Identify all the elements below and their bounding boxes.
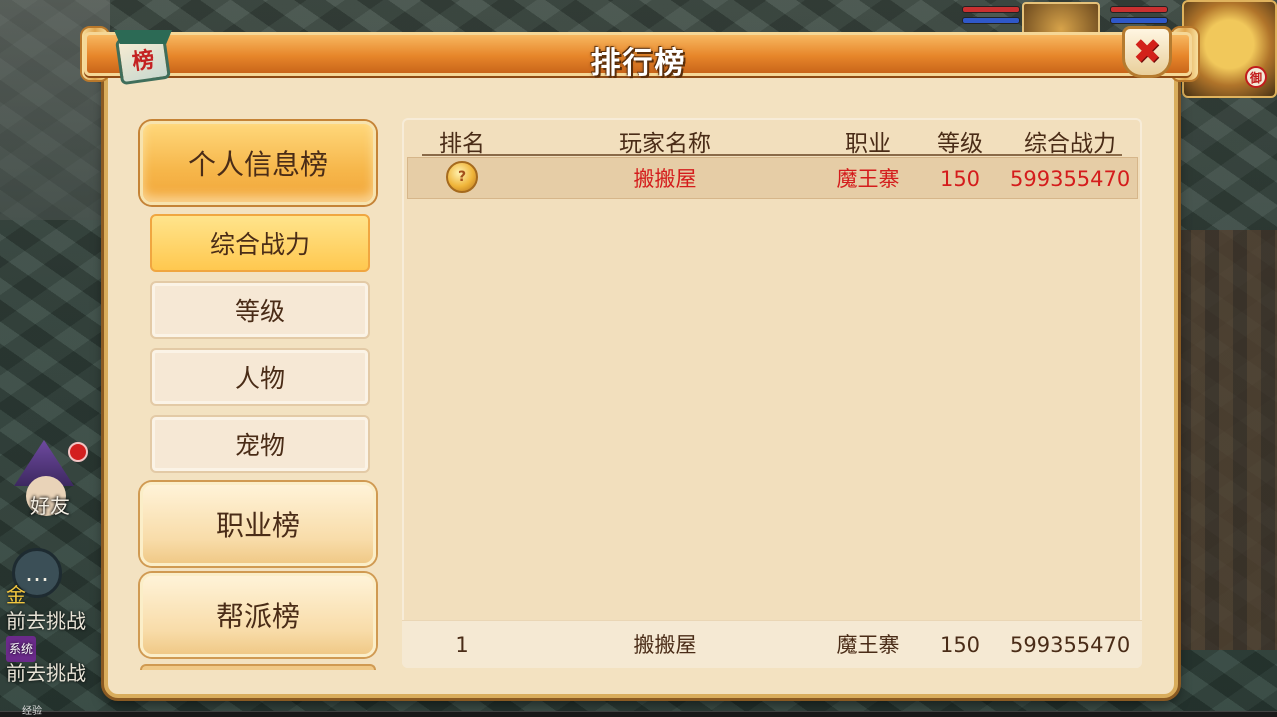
- system-tag: 系统: [6, 635, 37, 662]
- chat-log: 金 前去挑战 系统 前去挑战: [6, 582, 116, 686]
- notification-dot-icon: [68, 442, 88, 462]
- subtab-combat-power[interactable]: 综合战力: [150, 214, 370, 272]
- tab-personal-ranking[interactable]: 个人信息榜: [140, 121, 376, 205]
- my-level: 150: [939, 633, 981, 657]
- ranking-badge-icon: 榜: [114, 30, 176, 90]
- exp-label: 经验: [22, 706, 42, 717]
- my-rank: 1: [455, 633, 469, 657]
- chat-line: 前去挑战: [6, 661, 86, 685]
- gold-medal-icon: ?: [446, 161, 478, 193]
- friend-label: 好友: [30, 494, 70, 518]
- window-title: 排行榜: [590, 46, 687, 81]
- badge-roof: [114, 30, 172, 44]
- my-ranking-bar: 1 搬搬屋 魔王寨 150 599355470: [402, 620, 1142, 668]
- exp-bar: [0, 711, 1277, 717]
- mp-bar: [962, 17, 1020, 24]
- close-icon[interactable]: ✖: [1122, 26, 1172, 78]
- pet-mp-bar: [1110, 17, 1168, 24]
- header-divider: [422, 154, 1122, 156]
- nav-more-indicator: [140, 664, 376, 670]
- tab-career-ranking[interactable]: 职业榜: [140, 482, 376, 566]
- subtab-pet[interactable]: 宠物: [150, 415, 370, 473]
- row-power: 599355470: [1010, 167, 1131, 191]
- row-job: 魔王寨: [836, 167, 900, 191]
- column-header-job: 职业: [845, 131, 891, 157]
- subtab-character[interactable]: 人物: [150, 348, 370, 406]
- row-player-name: 搬搬屋: [633, 167, 697, 191]
- chat-line: 系统: [6, 634, 116, 662]
- my-job: 魔王寨: [836, 633, 900, 657]
- friend-button[interactable]: 好友: [2, 440, 90, 550]
- column-header-level: 等级: [937, 131, 983, 157]
- scene-wall: [1177, 230, 1277, 650]
- my-player-name: 搬搬屋: [633, 633, 697, 657]
- column-header-player: 玩家名称: [619, 131, 711, 157]
- chat-line: 金: [6, 583, 26, 607]
- column-header-rank: 排名: [439, 131, 485, 157]
- row-level: 150: [939, 167, 981, 191]
- tab-guild-ranking[interactable]: 帮派榜: [140, 573, 376, 657]
- my-power: 599355470: [1010, 633, 1131, 657]
- subtab-level[interactable]: 等级: [150, 281, 370, 339]
- pet-hp-bar: [1110, 6, 1168, 13]
- chat-line: 前去挑战: [6, 609, 86, 633]
- hp-bar: [962, 6, 1020, 13]
- column-header-power: 综合战力: [1024, 131, 1116, 157]
- ranking-list[interactable]: [402, 118, 1142, 668]
